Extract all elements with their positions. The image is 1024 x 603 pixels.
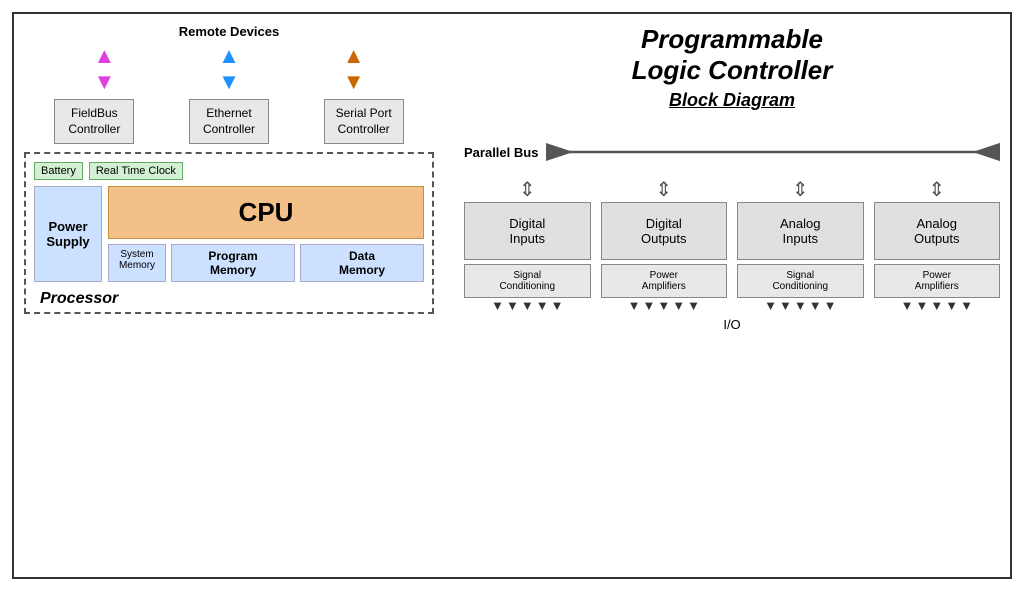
serial-arrow-down-icon: ▼ (343, 69, 365, 95)
digital-outputs-box: DigitalOutputs (601, 202, 728, 260)
processor-label: Processor (40, 290, 118, 308)
serial-port-controller-box: Serial PortController (324, 99, 404, 144)
ethernet-arrow-down-icon: ▼ (218, 69, 240, 95)
main-container: Remote Devices ▲ ▼ ▲ ▼ ▲ ▼ FieldBusContr… (12, 12, 1012, 579)
signal-conditioning-box-1: SignalConditioning (464, 264, 591, 298)
analog-inputs-down-arrows: ▼▼▼▼▼ (764, 298, 836, 313)
cpu-section: CPU SystemMemory ProgramMemory DataMemor… (108, 186, 424, 282)
ethernet-controller-box: EthernetController (189, 99, 269, 144)
analog-outputs-top-arrow: ⇕ (928, 177, 945, 202)
parallel-bus-label: Parallel Bus (464, 145, 538, 160)
io-label: I/O (464, 317, 1000, 332)
memory-row: SystemMemory ProgramMemory DataMemory (108, 244, 424, 282)
left-panel: Remote Devices ▲ ▼ ▲ ▼ ▲ ▼ FieldBusContr… (14, 14, 444, 577)
rtc-box: Real Time Clock (89, 162, 183, 180)
subtitle: Block Diagram (464, 90, 1000, 111)
fieldbus-arrow-down-icon: ▼ (93, 69, 115, 95)
fieldbus-controller-box: FieldBusController (54, 99, 134, 144)
title-area: Programmable Logic Controller Block Diag… (464, 24, 1000, 111)
serial-arrow: ▲ ▼ (343, 43, 365, 95)
analog-inputs-top-arrow: ⇕ (792, 177, 809, 202)
digital-inputs-down-arrows: ▼▼▼▼▼ (491, 298, 563, 313)
system-memory-box: SystemMemory (108, 244, 166, 282)
fieldbus-arrow-up-icon: ▲ (93, 43, 115, 69)
power-amplifiers-box-1: PowerAmplifiers (601, 264, 728, 298)
ethernet-arrow-up-icon: ▲ (218, 43, 240, 69)
analog-inputs-box: AnalogInputs (737, 202, 864, 260)
program-memory-box: ProgramMemory (171, 244, 295, 282)
main-title: Programmable Logic Controller (464, 24, 1000, 86)
io-modules-row: ⇕ DigitalInputs SignalConditioning ▼▼▼▼▼… (464, 177, 1000, 313)
power-amplifiers-box-2: PowerAmplifiers (874, 264, 1001, 298)
ethernet-arrow: ▲ ▼ (218, 43, 240, 95)
right-panel: Programmable Logic Controller Block Diag… (444, 14, 1010, 577)
remote-devices-label: Remote Devices (24, 24, 434, 39)
analog-outputs-down-arrows: ▼▼▼▼▼ (901, 298, 973, 313)
arrows-row: ▲ ▼ ▲ ▼ ▲ ▼ (24, 43, 434, 95)
digital-inputs-top-arrow: ⇕ (519, 177, 536, 202)
signal-conditioning-box-2: SignalConditioning (737, 264, 864, 298)
cpu-box: CPU (108, 186, 424, 239)
parallel-bus-container: Parallel Bus (464, 141, 1000, 163)
processor-main-row: Power Supply CPU SystemMemory ProgramMem… (34, 186, 424, 282)
controllers-row: FieldBusController EthernetController Se… (24, 99, 434, 144)
battery-rtc-row: Battery Real Time Clock (34, 162, 424, 180)
battery-box: Battery (34, 162, 83, 180)
fieldbus-arrow: ▲ ▼ (93, 43, 115, 95)
digital-inputs-box: DigitalInputs (464, 202, 591, 260)
parallel-bus-arrow (546, 141, 1000, 163)
analog-outputs-module: ⇕ AnalogOutputs PowerAmplifiers ▼▼▼▼▼ (874, 177, 1001, 313)
analog-outputs-box: AnalogOutputs (874, 202, 1001, 260)
serial-arrow-up-icon: ▲ (343, 43, 365, 69)
analog-inputs-module: ⇕ AnalogInputs SignalConditioning ▼▼▼▼▼ (737, 177, 864, 313)
digital-outputs-top-arrow: ⇕ (655, 177, 672, 202)
power-supply-box: Power Supply (34, 186, 102, 282)
data-memory-box: DataMemory (300, 244, 424, 282)
digital-outputs-module: ⇕ DigitalOutputs PowerAmplifiers ▼▼▼▼▼ (601, 177, 728, 313)
processor-box: Battery Real Time Clock Power Supply CPU… (24, 152, 434, 314)
digital-outputs-down-arrows: ▼▼▼▼▼ (628, 298, 700, 313)
digital-inputs-module: ⇕ DigitalInputs SignalConditioning ▼▼▼▼▼ (464, 177, 591, 313)
